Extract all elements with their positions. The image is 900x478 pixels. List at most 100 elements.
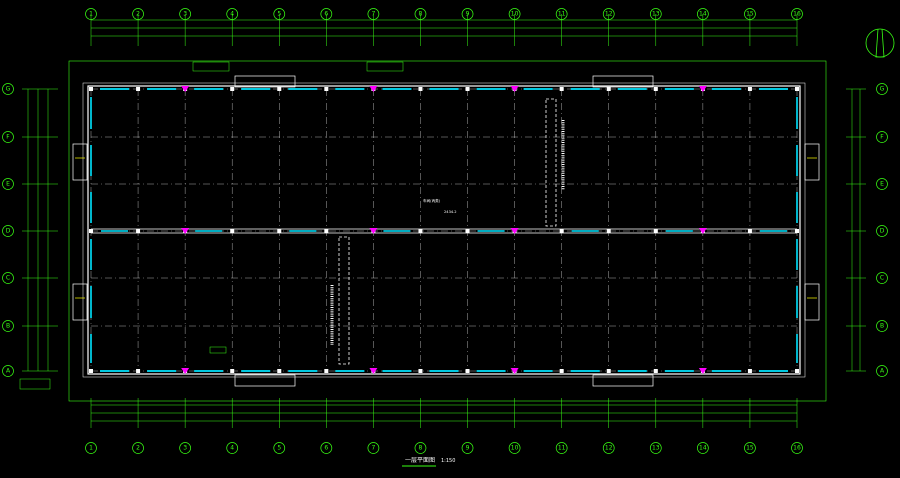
drawing-scale: 1:150 [441, 458, 455, 464]
axis-label-col-7: 7 [371, 11, 375, 18]
column-marker [747, 229, 752, 233]
column-marker [418, 229, 423, 233]
column-marker [465, 87, 470, 91]
magenta-column [698, 368, 707, 374]
magenta-column [181, 86, 190, 92]
exterior-wall [87, 85, 801, 375]
column-marker [418, 369, 423, 373]
axis-label-row-F: F [6, 134, 10, 141]
callout-box [366, 61, 404, 72]
axis-label-row-G: G [6, 86, 11, 93]
axis-label-col-13: 13 [652, 445, 660, 452]
room-label: 车间(丙类) [423, 198, 441, 203]
column-marker [559, 369, 564, 373]
axis-label-col-8: 8 [419, 445, 423, 452]
column-marker [277, 87, 282, 91]
axis-label-col-3: 3 [183, 11, 187, 18]
column-marker [653, 369, 658, 373]
axis-label-col-12: 12 [605, 445, 613, 452]
column-marker [89, 229, 93, 233]
axis-label-col-12: 12 [605, 11, 613, 18]
column-marker [324, 87, 329, 91]
axis-label-col-13: 13 [652, 11, 660, 18]
axis-label-col-9: 9 [466, 445, 470, 452]
column-marker [89, 87, 93, 91]
axis-label-col-4: 4 [230, 11, 234, 18]
axis-label-col-10: 10 [511, 445, 519, 452]
crane-track-lower [338, 236, 350, 365]
axis-label-row-A: A [880, 368, 885, 375]
door-canopy [592, 374, 654, 387]
room-area: 2434.2 [444, 210, 457, 214]
column-marker [136, 87, 141, 91]
column-marker [277, 229, 282, 233]
drawing-title: 一层平面图 [405, 457, 435, 464]
column-marker [418, 87, 423, 91]
column-marker [230, 369, 235, 373]
magenta-column [181, 368, 190, 374]
axis-label-col-9: 9 [466, 11, 470, 18]
column-marker [324, 229, 329, 233]
axis-label-col-5: 5 [277, 11, 281, 18]
axis-label-col-8: 8 [419, 11, 423, 18]
crane-track-details [330, 98, 565, 365]
axis-label-row-G: G [880, 86, 885, 93]
axis-label-col-2: 2 [136, 11, 140, 18]
side-entrance [804, 143, 820, 181]
axis-label-row-C: C [880, 275, 884, 282]
column-marker [559, 229, 564, 233]
annotations [19, 61, 404, 390]
axis-label-row-D: D [880, 228, 885, 235]
column-marker [324, 369, 329, 373]
axis-label-col-5: 5 [277, 445, 281, 452]
column-marker [606, 369, 611, 373]
dimension-lines [22, 14, 866, 428]
column-marker [795, 369, 799, 373]
column-marker [136, 229, 141, 233]
axis-label-col-3: 3 [183, 445, 187, 452]
door-canopy [234, 75, 296, 88]
axis-label-col-6: 6 [324, 11, 328, 18]
magenta-column [698, 86, 707, 92]
column-marker [606, 87, 611, 91]
column-marker [230, 229, 235, 233]
axis-label-col-14: 14 [699, 11, 707, 18]
callout-box [209, 346, 227, 354]
axis-label-col-6: 6 [324, 445, 328, 452]
axis-label-col-1: 1 [89, 11, 93, 18]
door-canopy [592, 75, 654, 88]
column-marker [465, 229, 470, 233]
callout-box [192, 61, 230, 72]
wall-outer-line [82, 82, 806, 378]
callout-box [19, 378, 51, 390]
axis-label-row-E: E [880, 181, 884, 188]
side-entrance [72, 143, 88, 181]
column-marker [136, 369, 141, 373]
axis-label-col-4: 4 [230, 445, 234, 452]
axis-label-col-15: 15 [746, 445, 754, 452]
column-marker [795, 229, 799, 233]
column-marker [653, 87, 658, 91]
column-marker [795, 87, 799, 91]
drawing-title-block: 一层平面图 1:150 [402, 457, 455, 467]
column-marker [559, 87, 564, 91]
structural-columns [89, 86, 799, 374]
structural-gridlines [90, 88, 798, 372]
axis-label-col-11: 11 [558, 11, 566, 18]
axis-label-row-E: E [6, 181, 10, 188]
axis-label-col-11: 11 [558, 445, 566, 452]
floor-plan-drawing: 1122334455667788991010111112121313141415… [0, 0, 900, 478]
axis-label-row-C: C [6, 275, 10, 282]
side-entrance [72, 283, 88, 321]
column-marker [465, 369, 470, 373]
axis-label-row-D: D [6, 228, 11, 235]
column-marker [653, 229, 658, 233]
axis-label-col-2: 2 [136, 445, 140, 452]
axis-label-col-7: 7 [371, 445, 375, 452]
window-strips [90, 88, 798, 372]
axis-label-col-15: 15 [746, 11, 754, 18]
column-marker [89, 369, 93, 373]
axis-label-col-10: 10 [511, 11, 519, 18]
axis-label-col-16: 16 [793, 445, 801, 452]
side-entrance [804, 283, 820, 321]
